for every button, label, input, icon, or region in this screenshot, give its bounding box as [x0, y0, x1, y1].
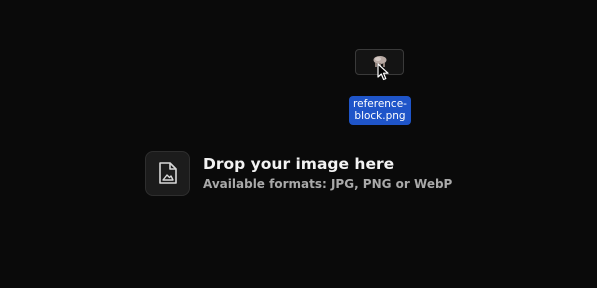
dropzone-subtitle: Available formats: JPG, PNG or WebP: [203, 177, 453, 191]
file-name-label: reference-block.png: [349, 96, 411, 125]
app-canvas: reference-block.png Drop your image here…: [0, 0, 597, 288]
dropzone-title: Drop your image here: [203, 155, 395, 173]
mouse-pointer-icon: [377, 63, 389, 81]
image-file-icon: [158, 162, 177, 184]
dropzone-text: Drop your image here Available formats: …: [203, 154, 452, 192]
image-dropzone[interactable]: Drop your image here Available formats: …: [145, 150, 465, 196]
dropzone-icon-box: [145, 150, 190, 196]
